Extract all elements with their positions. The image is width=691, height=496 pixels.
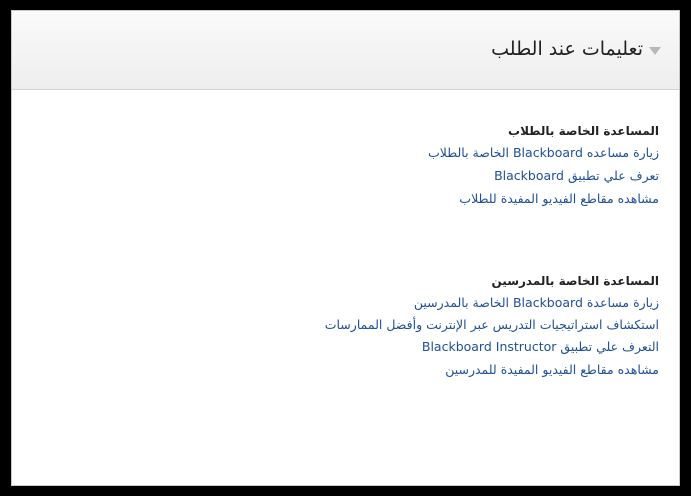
students-link-list: زيارة مساعده Blackboard الخاصة بالطلاب ت… <box>299 141 659 210</box>
list-item: زيارة مساعدة Blackboard الخاصة بالمدرسين <box>299 291 659 314</box>
module-header[interactable]: تعليمات عند الطلب <box>12 11 679 90</box>
list-item: استكشاف استراتيجيات التدريس عبر الإنترنت… <box>299 314 659 335</box>
student-videos-link[interactable]: مشاهده مقاطع الفيديو المفيدة للطلاب <box>459 187 659 210</box>
visit-student-help-link[interactable]: زيارة مساعده Blackboard الخاصة بالطلاب <box>428 141 659 164</box>
students-help-section: المساعدة الخاصة بالطلاب زيارة مساعده Bla… <box>299 121 659 210</box>
list-item: مشاهده مقاطع الفيديو المفيدة للمدرسين <box>299 358 659 381</box>
collapse-triangle-icon[interactable] <box>649 46 661 55</box>
module-title-row[interactable]: تعليمات عند الطلب <box>491 38 661 60</box>
help-module: تعليمات عند الطلب المساعدة الخاصة بالطلا… <box>11 10 680 486</box>
instructors-help-section: المساعدة الخاصة بالمدرسين زيارة مساعدة B… <box>299 271 659 381</box>
list-item: زيارة مساعده Blackboard الخاصة بالطلاب <box>299 141 659 164</box>
instructor-videos-link[interactable]: مشاهده مقاطع الفيديو المفيدة للمدرسين <box>445 358 659 381</box>
instructors-section-heading: المساعدة الخاصة بالمدرسين <box>491 274 660 288</box>
list-item: تعرف علي تطبيق Blackboard <box>299 164 659 187</box>
learn-blackboard-app-link[interactable]: تعرف علي تطبيق Blackboard <box>494 164 659 187</box>
screenshot-frame: تعليمات عند الطلب المساعدة الخاصة بالطلا… <box>11 10 680 486</box>
students-section-heading: المساعدة الخاصة بالطلاب <box>508 124 659 138</box>
module-body: المساعدة الخاصة بالطلاب زيارة مساعده Bla… <box>12 91 679 485</box>
module-title: تعليمات عند الطلب <box>491 38 643 60</box>
online-teaching-strategies-link[interactable]: استكشاف استراتيجيات التدريس عبر الإنترنت… <box>304 314 659 335</box>
instructors-link-list: زيارة مساعدة Blackboard الخاصة بالمدرسين… <box>299 291 659 381</box>
visit-instructor-help-link[interactable]: زيارة مساعدة Blackboard الخاصة بالمدرسين <box>414 291 659 314</box>
blackboard-instructor-app-link[interactable]: التعرف علي تطبيق Blackboard Instructor <box>422 335 659 358</box>
list-item: مشاهده مقاطع الفيديو المفيدة للطلاب <box>299 187 659 210</box>
list-item: التعرف علي تطبيق Blackboard Instructor <box>299 335 659 358</box>
